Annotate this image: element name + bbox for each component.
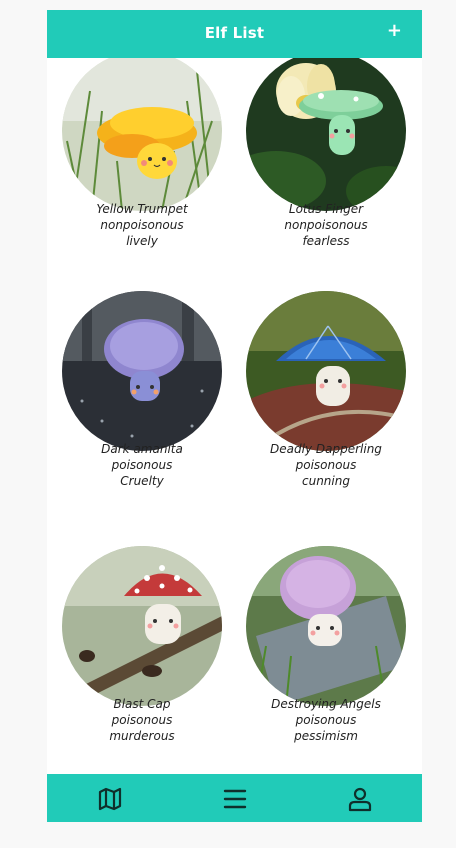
elf-image-dark-amanita: [62, 291, 222, 451]
elf-trait: murderous: [109, 729, 175, 743]
elf-trait: pessimism: [294, 729, 358, 743]
elf-image-lotus-finger: [246, 58, 406, 211]
elf-toxicity: poisonous: [111, 458, 173, 472]
elf-name: Lotus Finger: [288, 202, 364, 216]
bottom-navbar: [47, 774, 422, 822]
elf-toxicity: poisonous: [295, 458, 357, 472]
elf-name: Dark amanita: [101, 442, 183, 456]
elf-caption: Destroying Angels poisonous pessimism: [241, 696, 411, 744]
elf-name: Destroying Angels: [271, 697, 381, 711]
user-icon[interactable]: [347, 786, 373, 812]
elf-toxicity: nonpoisonous: [284, 218, 368, 232]
elf-toxicity: poisonous: [295, 713, 357, 727]
elf-trait: fearless: [302, 234, 350, 248]
elf-toxicity: poisonous: [111, 713, 173, 727]
elf-grid: Yellow Trumpet nonpoisonous lively Lotus…: [47, 58, 422, 774]
elf-image-blast-cap: [62, 546, 222, 706]
elf-trait: Cruelty: [120, 474, 164, 488]
map-icon[interactable]: [97, 786, 123, 812]
elf-caption: Lotus Finger nonpoisonous fearless: [241, 201, 411, 249]
elf-caption: Blast Cap poisonous murderous: [57, 696, 227, 744]
elf-caption: Deadly Dapperling poisonous cunning: [241, 441, 411, 489]
page-title: Elf List: [204, 24, 265, 42]
elf-image-deadly-dapperling: [246, 291, 406, 451]
elf-caption: Dark amanita poisonous Cruelty: [57, 441, 227, 489]
elf-name: Blast Cap: [113, 697, 171, 711]
elf-name: Deadly Dapperling: [270, 442, 382, 456]
elf-trait: cunning: [302, 474, 350, 488]
menu-icon[interactable]: [222, 786, 248, 812]
app-header: Elf List +: [47, 10, 422, 58]
elf-trait: lively: [126, 234, 158, 248]
elf-toxicity: nonpoisonous: [100, 218, 184, 232]
elf-image-destroying-angels: [246, 546, 406, 706]
elf-image-yellow-trumpet: [62, 58, 222, 211]
add-elf-button[interactable]: +: [387, 21, 402, 41]
phone-screen: Elf List + Yellow Trumpet nonpoisonous l…: [47, 10, 422, 822]
elf-name: Yellow Trumpet: [96, 202, 188, 216]
elf-caption: Yellow Trumpet nonpoisonous lively: [57, 201, 227, 249]
